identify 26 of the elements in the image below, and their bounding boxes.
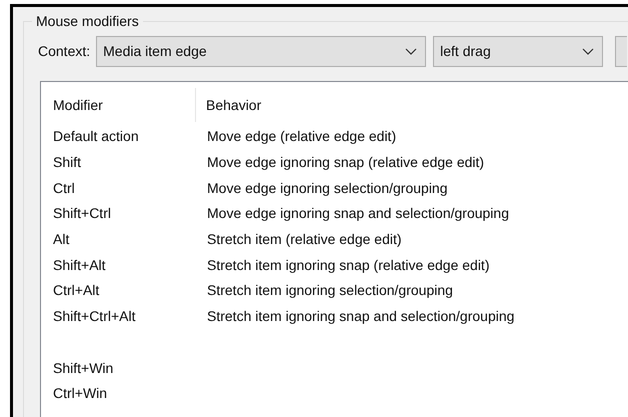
modifier-cell: Ctrl+Win (53, 385, 108, 402)
modifier-cell: Ctrl (53, 180, 75, 196)
dropdown[interactable]: Media item edge (96, 36, 426, 67)
behavior-cell-text: Stretch item ignoring snap and selection/grouping (207, 307, 514, 326)
column-header[interactable]: Behavior (196, 88, 628, 122)
modifier-cell: Shift+Alt (53, 256, 106, 273)
behavior-cell-text: Move edge (relative edge edit) (207, 127, 396, 146)
button[interactable] (615, 36, 628, 67)
modifier-cell: Default action (53, 128, 139, 144)
behavior-cell-text: Move edge ignoring selection/grouping (207, 178, 448, 198)
behavior-cell-text: Move edge ignoring snap (relative edge edit) (207, 153, 484, 172)
behavior-cell-text: Move edge ignoring snap and selection/grouping (207, 204, 509, 224)
modifier-cell: Alt (53, 231, 70, 248)
behavior-cell-text: Stretch item ignoring snap (relative edge edit) (207, 256, 490, 275)
chevron-down-icon (405, 48, 418, 55)
dropdown[interactable]: left drag (433, 36, 604, 67)
chevron-down-icon (582, 48, 594, 55)
context-label: Context: (38, 42, 90, 61)
modifier-cell: Shift (53, 154, 82, 170)
behavior-cell-text: Stretch item ignoring selection/grouping (207, 281, 453, 300)
column-header[interactable]: Modifier (41, 88, 196, 122)
behavior-cell-text: Stretch item (relative edge edit) (207, 230, 402, 250)
modifier-cell: Shift+Ctrl (53, 205, 111, 222)
modifier-cell: Shift+Win (53, 360, 114, 376)
modifier-cell: Shift+Ctrl+Alt (53, 308, 136, 324)
modifier-cell: Ctrl+Alt (53, 282, 100, 298)
